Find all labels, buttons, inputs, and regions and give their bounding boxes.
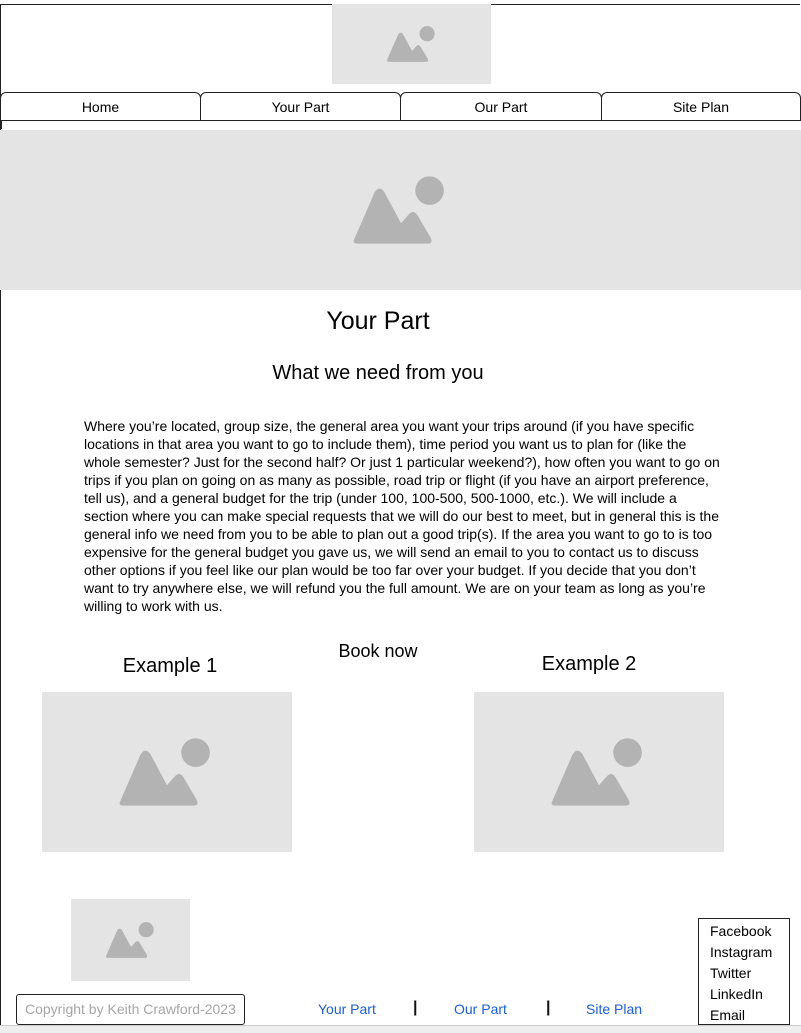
footer-separator: | [413,999,418,1016]
tab-our-part[interactable]: Our Part [400,92,602,120]
example-2-image [474,692,724,852]
logo-image [332,4,491,84]
example-1-heading: Example 1 [122,655,218,677]
main-nav: Home Your Part Our Part Site Plan [0,92,801,121]
footer-link-our-part[interactable]: Our Part [454,1001,507,1017]
image-placeholder-icon [119,738,210,806]
footer-separator: | [546,999,551,1016]
image-placeholder-icon [105,922,154,958]
image-placeholder-icon [551,738,642,806]
book-now-link[interactable]: Book now [300,641,456,662]
info-paragraph: Where you’re located, group size, the ge… [84,418,720,614]
example-1-image [42,692,292,852]
tab-home[interactable]: Home [0,92,201,120]
copyright-box: Copyright by Keith Crawford-2023 [16,994,245,1025]
page-title: Your Part [326,307,430,335]
social-link-email[interactable]: Email [710,1005,789,1026]
footer-link-site-plan[interactable]: Site Plan [586,1001,642,1017]
image-placeholder-icon [353,176,444,244]
image-placeholder-icon [386,26,435,62]
section-subtitle: What we need from you [272,362,484,384]
nav-divider-stub [1,120,2,129]
hero-banner-image [0,130,801,290]
social-link-twitter[interactable]: Twitter [710,963,789,984]
tab-your-part[interactable]: Your Part [200,92,401,120]
social-link-linkedin[interactable]: LinkedIn [710,984,789,1005]
nav-divider [0,120,801,121]
social-link-facebook[interactable]: Facebook [710,921,789,942]
social-links-box: Facebook Instagram Twitter LinkedIn Emai… [698,918,790,1025]
footer-link-your-part[interactable]: Your Part [318,1001,376,1017]
example-2-heading: Example 2 [541,653,637,675]
tab-site-plan[interactable]: Site Plan [601,92,801,120]
social-link-instagram[interactable]: Instagram [710,942,789,963]
footer-logo-image [71,899,190,981]
